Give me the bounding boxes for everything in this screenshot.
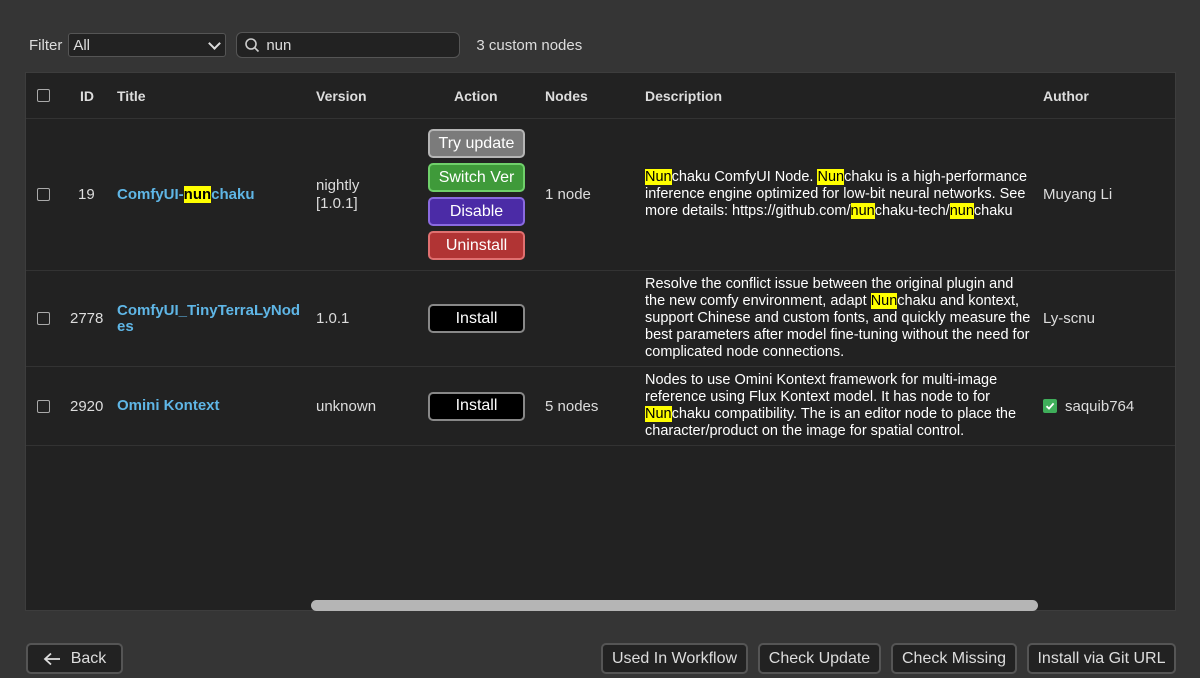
check-missing-button[interactable]: Check Missing <box>891 643 1017 674</box>
row-author: Muyang Li <box>1043 186 1113 203</box>
select-all-cell <box>37 73 50 118</box>
description-text: Nodes to use Omini Kontext framework for… <box>645 372 1017 439</box>
chevron-down-icon <box>208 36 222 50</box>
grid-header: ID Title Version Action Nodes Descriptio… <box>26 73 1175 119</box>
search-box[interactable] <box>236 32 461 58</box>
row-checkbox-cell <box>37 119 50 270</box>
col-version[interactable]: Version <box>316 73 367 118</box>
row-title-cell: ComfyUI-nunchaku <box>117 119 255 270</box>
row-description: Resolve the conflict issue between the o… <box>645 271 1037 366</box>
search-icon <box>245 38 260 53</box>
row-actions: Install <box>427 271 526 366</box>
title-text: chaku <box>211 185 255 203</box>
install-button[interactable]: Install <box>428 304 525 333</box>
row-description: Nodes to use Omini Kontext framework for… <box>645 367 1037 445</box>
row-title-link[interactable]: ComfyUI_TinyTerraLyNodes <box>117 302 307 335</box>
uninstall-button[interactable]: Uninstall <box>428 231 525 260</box>
row-author: Ly-scnu <box>1043 310 1095 327</box>
horizontal-scrollbar-thumb[interactable] <box>311 600 1038 611</box>
result-count: 3 custom nodes <box>476 36 583 54</box>
version-text: [1.0.1] <box>316 194 358 212</box>
row-checkbox[interactable] <box>37 399 50 413</box>
title-text: ComfyUI- <box>117 185 184 203</box>
description-text: Resolve the conflict issue between the o… <box>645 276 1031 360</box>
custom-nodes-grid: ID Title Version Action Nodes Descriptio… <box>25 72 1176 611</box>
row-title-cell: ComfyUI_TinyTerraLyNodes <box>117 271 307 366</box>
select-all-checkbox[interactable] <box>37 89 50 102</box>
title-highlight: nun <box>183 185 212 203</box>
filter-label: Filter <box>29 36 63 54</box>
row-version: 1.0.1 <box>316 310 350 327</box>
row-id: 2778 <box>70 310 104 327</box>
row-checkbox[interactable] <box>37 188 50 201</box>
col-title[interactable]: Title <box>117 73 146 118</box>
back-button[interactable]: Back <box>26 643 123 674</box>
switch-ver-button[interactable]: Switch Ver <box>428 163 525 192</box>
row-id: 19 <box>78 186 95 203</box>
row-author-cell: saquib764 <box>1043 367 1134 445</box>
col-author[interactable]: Author <box>1043 73 1089 118</box>
search-input[interactable] <box>260 35 449 55</box>
row-checkbox-cell <box>37 271 50 366</box>
row-description: Nunchaku ComfyUI Node. Nunchaku is a hig… <box>645 119 1037 270</box>
row-actions: Install <box>427 367 526 445</box>
back-label: Back <box>70 649 107 667</box>
row-title-link[interactable]: Omini Kontext <box>117 398 220 414</box>
version-text: nightly <box>316 176 360 194</box>
row-checkbox-cell <box>37 367 50 445</box>
arrow-left-icon <box>43 652 60 665</box>
table-row[interactable]: 19 ComfyUI-nunchaku nightly [1.0.1] Try … <box>26 119 1175 271</box>
row-version: unknown <box>316 397 377 415</box>
col-nodes[interactable]: Nodes <box>545 73 588 118</box>
row-author: saquib764 <box>1065 397 1135 415</box>
disable-button[interactable]: Disable <box>428 197 525 226</box>
col-id[interactable]: ID <box>80 73 94 118</box>
row-title-cell: Omini Kontext <box>117 367 220 445</box>
row-version: nightly [1.0.1] <box>316 119 359 270</box>
install-via-git-url-button[interactable]: Install via Git URL <box>1027 643 1176 674</box>
install-button[interactable]: Install <box>428 391 525 421</box>
row-nodes: 5 nodes <box>545 397 599 415</box>
filter-select-value: All <box>73 36 91 54</box>
table-row[interactable]: 2778 ComfyUI_TinyTerraLyNodes 1.0.1 Inst… <box>26 271 1175 367</box>
try-update-button[interactable]: Try update <box>428 129 525 158</box>
col-description[interactable]: Description <box>645 73 722 118</box>
row-checkbox[interactable] <box>37 312 50 325</box>
row-title-link[interactable]: ComfyUI-nunchaku <box>117 185 255 203</box>
filter-select[interactable]: All <box>68 33 227 57</box>
col-action[interactable]: Action <box>454 73 498 118</box>
verified-check-icon <box>1043 399 1057 413</box>
row-id: 2920 <box>70 397 104 415</box>
row-nodes: 1 node <box>545 186 591 203</box>
filter-bar: Filter All 3 custom nodes <box>29 32 582 58</box>
row-actions: Try update Switch Ver Disable Uninstall <box>427 119 526 270</box>
description-text: Nunchaku ComfyUI Node. Nunchaku is a hig… <box>645 169 1028 219</box>
table-row[interactable]: 2920 Omini Kontext unknown Install 5 nod… <box>26 367 1175 446</box>
used-in-workflow-button[interactable]: Used In Workflow <box>601 643 748 674</box>
check-update-button[interactable]: Check Update <box>758 643 881 674</box>
